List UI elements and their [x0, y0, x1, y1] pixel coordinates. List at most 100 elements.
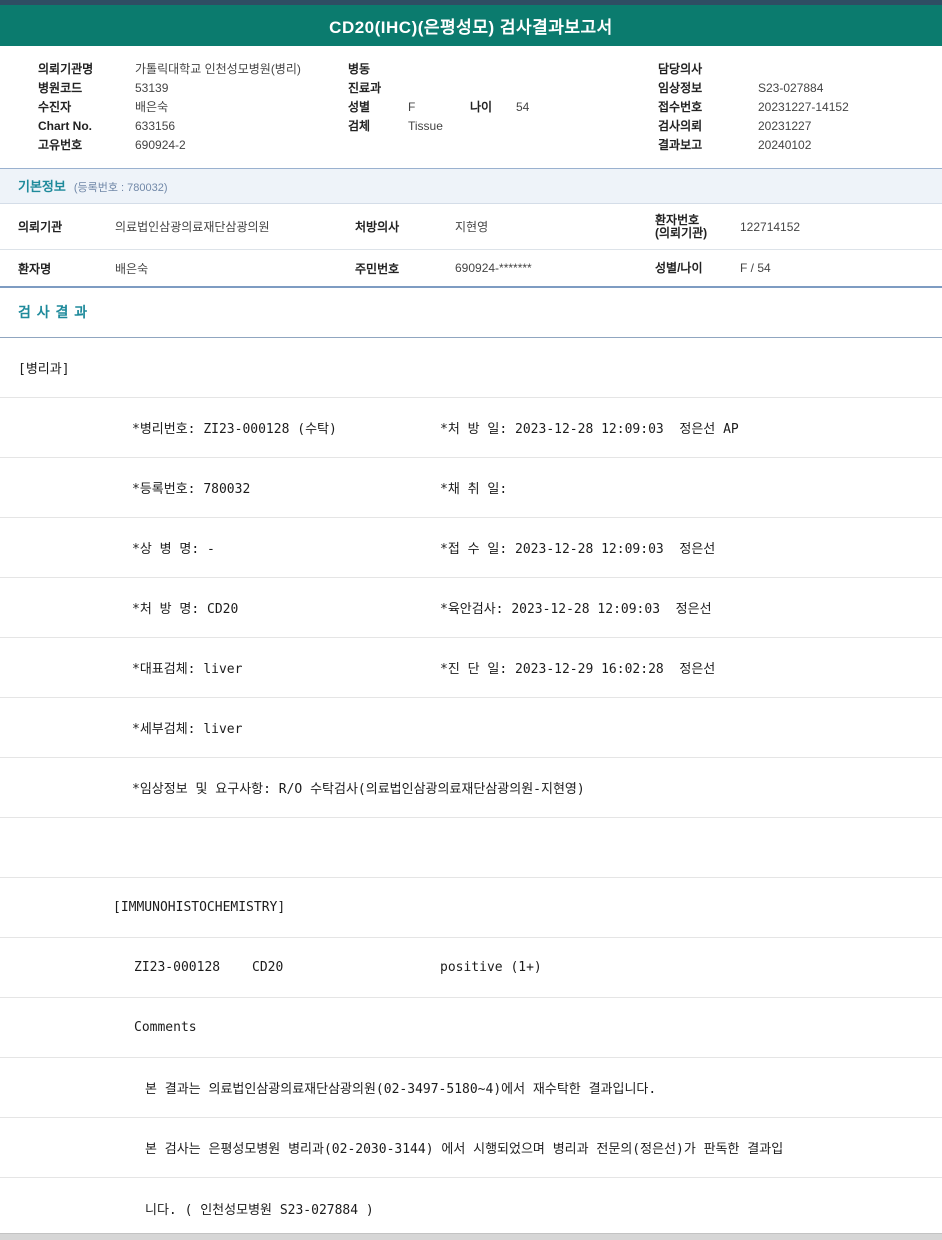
- field-label: 임상정보: [658, 81, 703, 95]
- field-label: 병동: [348, 62, 371, 76]
- field-row: 담당의사: [658, 59, 942, 78]
- result-detail-row: *처 방 명: CD20 *육안검사: 2023-12-28 12:09:03 …: [0, 578, 942, 638]
- empty-row: [0, 818, 942, 878]
- field-row: 성별 F 나이 54: [348, 97, 658, 116]
- field-value: S23-027884: [758, 80, 824, 95]
- cell-label: 주민번호: [355, 261, 400, 276]
- cell-label: 의뢰기관: [18, 220, 63, 234]
- ihc-result-row: ZI23-000128 CD20 positive (1+): [0, 938, 942, 998]
- basic-info-table: 의뢰기관 의료법인삼광의료재단삼광의원 처방의사 지현영 환자번호 (의뢰기관)…: [0, 204, 942, 288]
- field-row: 검체 Tissue: [348, 116, 658, 135]
- cell-label: 성별/나이: [655, 260, 703, 275]
- comments-header-row: Comments: [0, 998, 942, 1058]
- result-right: *진 단 일: 2023-12-29 16:02:28 정은선: [440, 662, 716, 677]
- result-left: *병리번호: ZI23-000128 (수탁): [132, 422, 337, 437]
- comment-row: 니다. ( 인천성모병원 S23-027884 ): [0, 1178, 942, 1238]
- comment-line: 본 검사는 은평성모병원 병리과(02-2030-3144) 에서 시행되었으며…: [145, 1142, 784, 1157]
- section-basic-info-header: 기본정보 (등록번호 : 780032): [0, 168, 942, 204]
- result-detail-row: *대표검체: liver *진 단 일: 2023-12-29 16:02:28…: [0, 638, 942, 698]
- result-right: *채 취 일:: [440, 482, 508, 497]
- cell-label-line1: 환자번호: [655, 212, 700, 227]
- cell-value: 122714152: [740, 219, 801, 234]
- field-label: 나이: [470, 100, 493, 114]
- field-value: 690924-2: [135, 137, 186, 152]
- result-right: *접 수 일: 2023-12-28 12:09:03 정은선: [440, 542, 716, 557]
- field-row: Chart No. 633156: [38, 116, 348, 135]
- field-row: 병원코드 53139: [38, 78, 348, 97]
- field-value: 20231227-14152: [758, 99, 849, 114]
- field-label: 진료과: [348, 81, 382, 95]
- cell-label-line2: (의뢰기관): [655, 225, 708, 240]
- cell-value: 690924-*******: [455, 261, 532, 275]
- field-value: 633156: [135, 118, 176, 133]
- field-row: 병동: [348, 59, 658, 78]
- result-detail-row: *세부검체: liver: [0, 698, 942, 758]
- specimen-number: ZI23-000128: [134, 960, 221, 975]
- registration-number: (등록번호 : 780032): [73, 182, 168, 194]
- patient-header-right-column: 담당의사 임상정보 S23-027884 접수번호 20231227-14152…: [658, 59, 942, 154]
- ihc-section-header-row: [IMMUNOHISTOCHEMISTRY]: [0, 878, 942, 938]
- field-value: 20231227: [758, 118, 812, 133]
- field-row: 수진자 배은숙: [38, 97, 348, 116]
- section-title: 검 사 결 과: [18, 304, 89, 320]
- field-row: 접수번호 20231227-14152: [658, 97, 942, 116]
- result-left: *상 병 명: -: [132, 542, 215, 557]
- result-right: *육안검사: 2023-12-28 12:09:03 정은선: [440, 602, 712, 617]
- field-row: 검사의뢰 20231227: [658, 116, 942, 135]
- comment-row: 본 결과는 의료법인삼광의료재단삼광의원(02-3497-5180~4)에서 재…: [0, 1058, 942, 1118]
- patient-header-middle-column: 병동 진료과 성별 F 나이 54 검체 Tissue: [348, 59, 658, 154]
- result-left: *세부검체: liver: [132, 722, 243, 737]
- department-header-row: [병리과]: [0, 338, 942, 398]
- result-detail-row: *병리번호: ZI23-000128 (수탁) *처 방 일: 2023-12-…: [0, 398, 942, 458]
- result-left: *임상정보 및 요구사항: R/O 수탁검사(의료법인삼광의료재단삼광의원-지현…: [132, 782, 585, 797]
- report-title: CD20(IHC)(은평성모) 검사결과보고서: [329, 18, 613, 37]
- result-detail-row: *상 병 명: - *접 수 일: 2023-12-28 12:09:03 정은…: [0, 518, 942, 578]
- field-value: 54: [516, 99, 530, 114]
- cell-label: 처방의사: [355, 220, 400, 234]
- result-left: *등록번호: 780032: [132, 482, 251, 497]
- field-row: 진료과: [348, 78, 658, 97]
- department-name: [병리과]: [18, 362, 70, 377]
- comments-label: Comments: [134, 1020, 197, 1035]
- cell-value: 지현영: [455, 220, 489, 234]
- field-label: Chart No.: [38, 118, 92, 133]
- cell-label: 환자번호 (의뢰기관): [655, 212, 740, 240]
- result-right: *처 방 일: 2023-12-28 12:09:03 정은선 AP: [440, 422, 739, 437]
- field-label: 고유번호: [38, 138, 83, 152]
- table-row: 환자명 배은숙 주민번호 690924-******* 성별/나이 F / 54: [0, 250, 942, 286]
- result-left: *대표검체: liver: [132, 662, 243, 677]
- field-value: Tissue: [408, 118, 443, 133]
- section-test-results-header: 검 사 결 과: [0, 288, 942, 338]
- field-value: F: [408, 99, 416, 114]
- test-results-body: [병리과] *병리번호: ZI23-000128 (수탁) *처 방 일: 20…: [0, 338, 942, 1238]
- field-row: 임상정보 S23-027884: [658, 78, 942, 97]
- field-value: 배은숙: [135, 100, 169, 114]
- result-detail-row: *등록번호: 780032 *채 취 일:: [0, 458, 942, 518]
- field-label: 수진자: [38, 100, 72, 114]
- field-value: 20240102: [758, 137, 812, 152]
- comment-line: 본 결과는 의료법인삼광의료재단삼광의원(02-3497-5180~4)에서 재…: [145, 1082, 657, 1097]
- comment-row: 본 검사는 은평성모병원 병리과(02-2030-3144) 에서 시행되었으며…: [0, 1118, 942, 1178]
- cell-value: 의료법인삼광의료재단삼광의원: [115, 220, 270, 234]
- field-label: 검체: [348, 119, 371, 133]
- cell-value: 배은숙: [115, 261, 149, 276]
- bottom-bar: [0, 1233, 942, 1240]
- table-row: 의뢰기관 의료법인삼광의료재단삼광의원 처방의사 지현영 환자번호 (의뢰기관)…: [0, 204, 942, 250]
- field-label: 검사의뢰: [658, 119, 703, 133]
- patient-header: 의뢰기관명 가톨릭대학교 인천성모병원(병리) 병원코드 53139 수진자 배…: [0, 46, 942, 168]
- field-label: 성별: [348, 100, 371, 114]
- report-title-bar: CD20(IHC)(은평성모) 검사결과보고서: [0, 5, 942, 46]
- test-name: CD20: [252, 960, 284, 975]
- field-value: 가톨릭대학교 인천성모병원(병리): [135, 62, 301, 76]
- field-label: 의뢰기관명: [38, 62, 94, 76]
- field-row: 고유번호 690924-2: [38, 135, 348, 154]
- ihc-section-title: [IMMUNOHISTOCHEMISTRY]: [113, 900, 286, 915]
- cell-label: 환자명: [18, 261, 52, 276]
- field-value: 53139: [135, 80, 169, 95]
- field-label: 결과보고: [658, 138, 703, 152]
- patient-header-left-column: 의뢰기관명 가톨릭대학교 인천성모병원(병리) 병원코드 53139 수진자 배…: [38, 59, 348, 154]
- comment-line: 니다. ( 인천성모병원 S23-027884 ): [145, 1202, 374, 1218]
- result-left: *처 방 명: CD20: [132, 602, 239, 617]
- field-label: 병원코드: [38, 81, 83, 95]
- result-value: positive (1+): [440, 960, 542, 975]
